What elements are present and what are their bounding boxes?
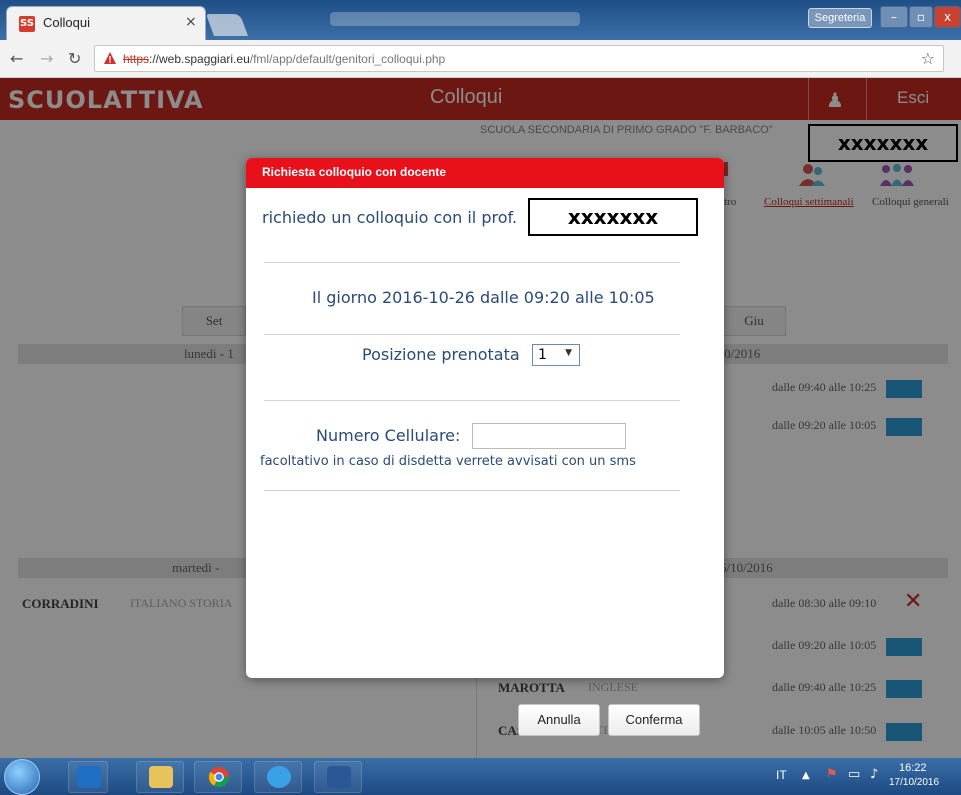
new-tab-button[interactable]: [205, 14, 249, 36]
action-center-flag-icon[interactable]: ⚑: [826, 767, 838, 782]
browser-tab[interactable]: SS Colloqui ×: [6, 6, 206, 40]
divider: [264, 400, 680, 401]
forward-arrow-icon[interactable]: →: [40, 49, 53, 68]
show-hidden-icons-icon[interactable]: ▲: [802, 770, 810, 781]
dialog-header: Richiesta colloquio con docente: [246, 158, 724, 188]
web-page: SCUOLATTIVA Colloqui ♟ Esci SCUOLA SECON…: [0, 78, 961, 758]
input-language[interactable]: IT: [776, 768, 787, 782]
taskbar-app-ie[interactable]: [254, 761, 302, 793]
clock-time[interactable]: 16:22: [899, 762, 927, 774]
phone-label: Numero Cellulare:: [316, 426, 461, 445]
outlook-icon: [77, 766, 101, 788]
reload-icon[interactable]: ↻: [68, 49, 81, 68]
phone-input[interactable]: [472, 423, 626, 449]
divider: [264, 334, 680, 335]
spaggiari-favicon-icon: SS: [19, 16, 35, 32]
position-label: Posizione prenotata: [362, 345, 520, 364]
position-value: 1: [538, 347, 547, 363]
divider: [264, 490, 680, 491]
url-host: ://web.spaggiari.eu: [149, 52, 250, 66]
url-text: https://web.spaggiari.eu/fml/app/default…: [123, 52, 445, 66]
insecure-warning-icon: [104, 52, 116, 64]
tab-title: Colloqui: [43, 15, 90, 30]
tab-close-icon[interactable]: ×: [185, 14, 197, 30]
taskbar-app-explorer[interactable]: [136, 761, 184, 793]
browser-tab-strip: SS Colloqui × Segreteria – ▫ x: [0, 0, 961, 40]
cancel-button[interactable]: Annulla: [518, 704, 600, 736]
phone-hint: facoltativo in caso di disdetta verrete …: [260, 454, 636, 469]
dropdown-caret-icon: ▼: [565, 348, 572, 358]
screen: SS Colloqui × Segreteria – ▫ x ← → ↻ htt…: [0, 0, 961, 795]
url-protocol: https: [123, 52, 150, 66]
profile-button[interactable]: Segreteria: [808, 8, 872, 28]
redacted-teacher-name: xxxxxxx: [528, 198, 698, 236]
url-path: /fml/app/default/genitori_colloqui.php: [249, 52, 446, 66]
bookmark-star-icon[interactable]: ☆: [921, 49, 935, 68]
back-arrow-icon[interactable]: ←: [10, 49, 23, 68]
taskbar-app-chrome[interactable]: [194, 761, 242, 793]
window-close-icon[interactable]: x: [934, 6, 961, 28]
address-bar[interactable]: https://web.spaggiari.eu/fml/app/default…: [94, 45, 944, 72]
taskbar-app-word[interactable]: [314, 761, 362, 793]
maximize-icon[interactable]: ▫: [909, 6, 933, 28]
folder-icon: [149, 766, 173, 788]
position-select[interactable]: 1 ▼: [532, 344, 580, 366]
chrome-icon: [208, 766, 230, 788]
confirm-button[interactable]: Conferma: [608, 704, 700, 736]
os-taskbar: IT ▲ ⚑ ▭ ♪ 16:22 17/10/2016: [0, 758, 961, 795]
network-icon[interactable]: ▭: [848, 767, 860, 782]
appointment-date: Il giorno 2016-10-26 dalle 09:20 alle 10…: [312, 288, 655, 307]
clock-date[interactable]: 17/10/2016: [889, 777, 939, 788]
divider: [264, 262, 680, 263]
taskbar-app-outlook[interactable]: [68, 761, 108, 793]
volume-icon[interactable]: ♪: [870, 767, 878, 782]
system-tray: IT ▲ ⚑ ▭ ♪ 16:22 17/10/2016: [776, 758, 961, 795]
appointment-request-dialog: Richiesta colloquio con docente richiedo…: [246, 158, 724, 736]
start-button-icon[interactable]: [4, 759, 40, 795]
minimize-icon[interactable]: –: [880, 6, 908, 28]
window-title-area: [330, 12, 580, 26]
request-text: richiedo un colloquio con il prof.: [262, 208, 518, 227]
dialog-title: Richiesta colloquio con docente: [262, 165, 447, 179]
internet-explorer-icon: [267, 766, 291, 788]
word-icon: [327, 766, 351, 788]
browser-toolbar: ← → ↻ https://web.spaggiari.eu/fml/app/d…: [0, 40, 961, 78]
